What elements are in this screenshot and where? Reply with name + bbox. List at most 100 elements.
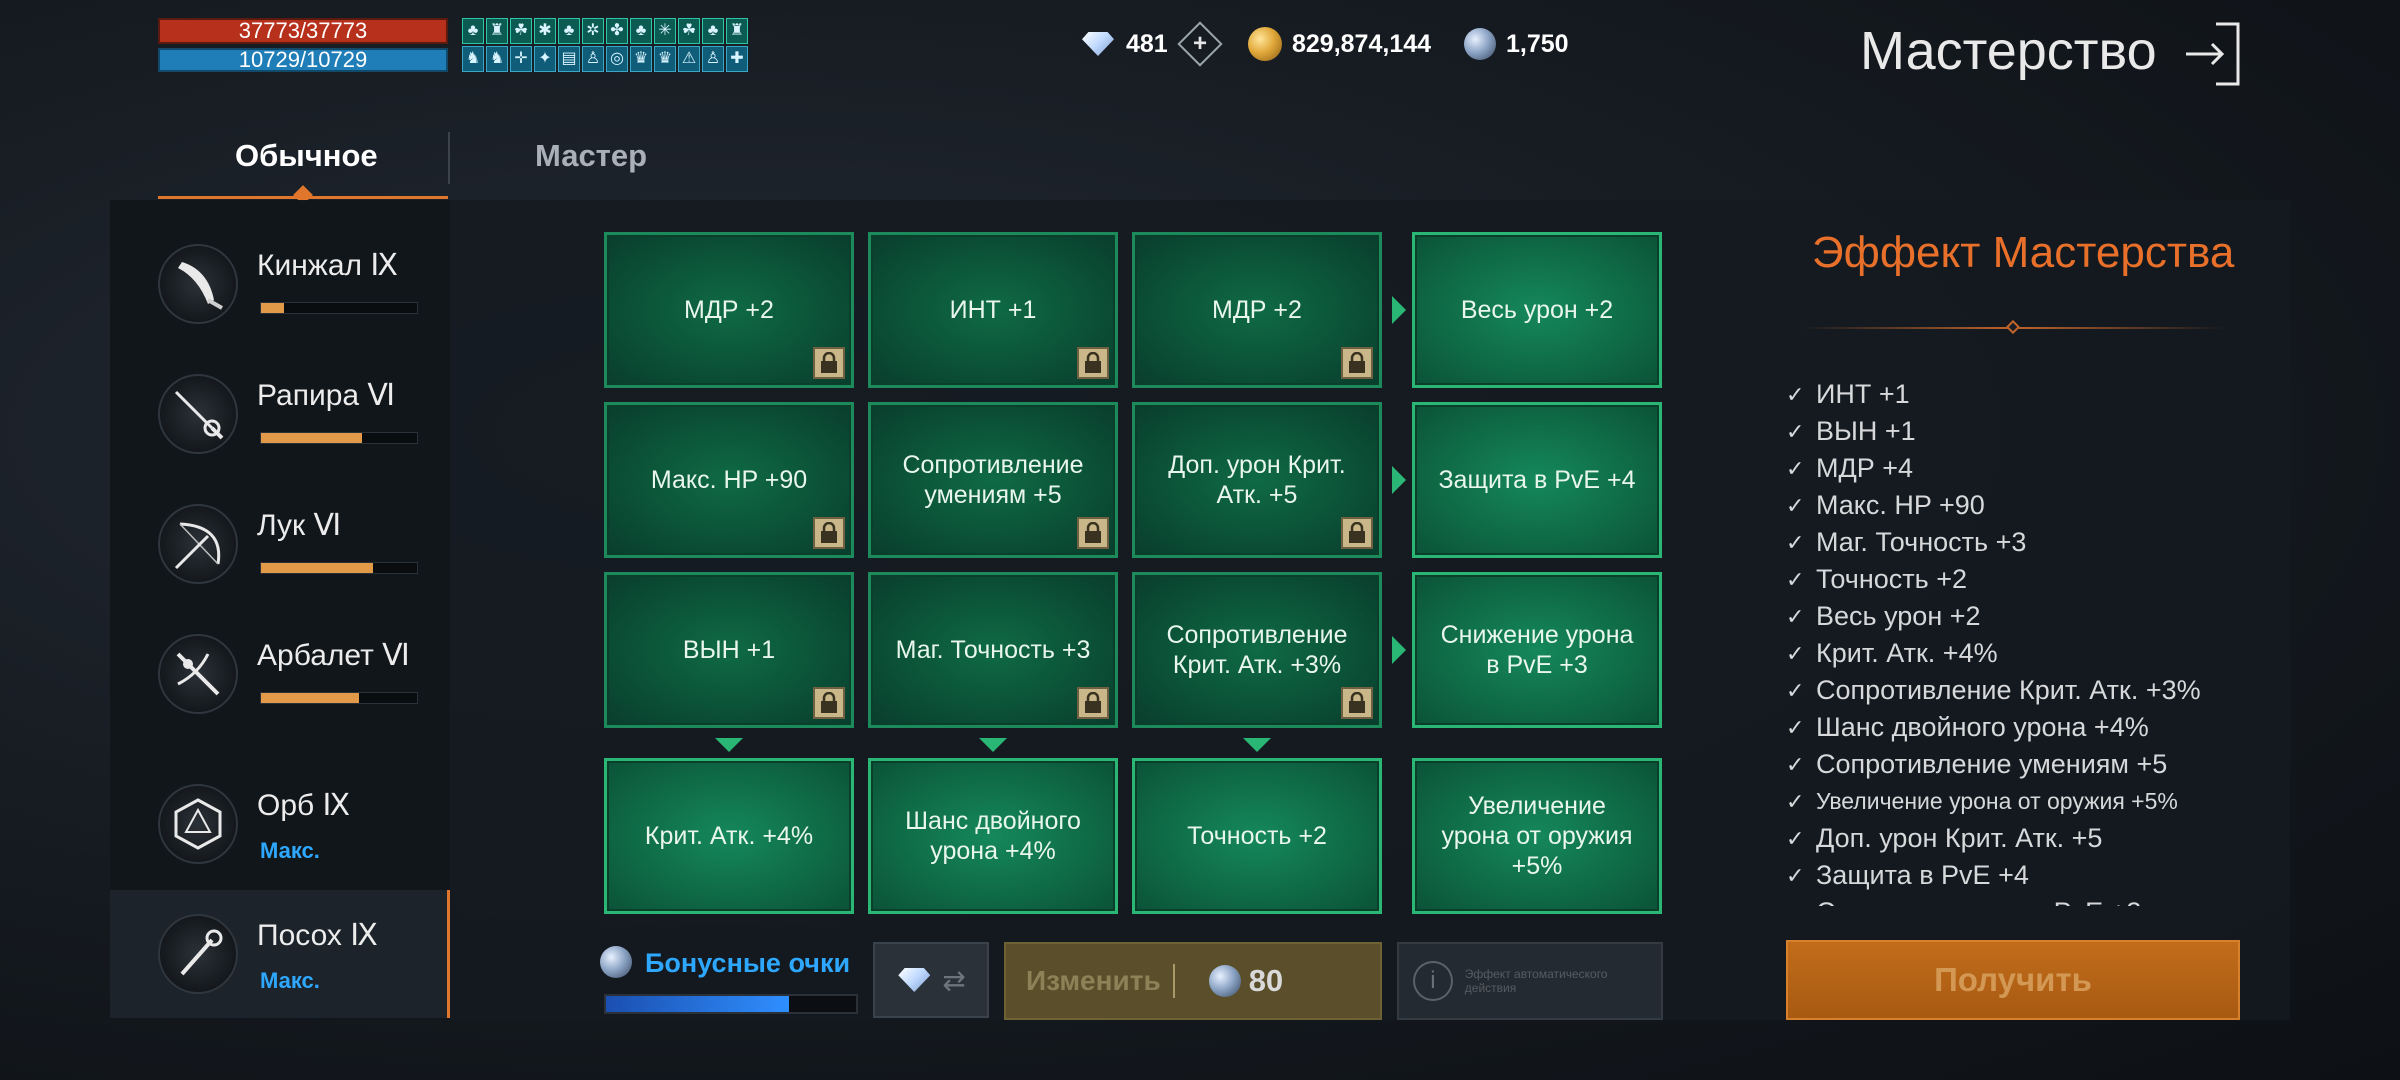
swap-arrows-icon: ⇄	[942, 964, 966, 996]
mastery-node-label: МДР +2	[1212, 296, 1302, 324]
add-diamonds-button[interactable]: +	[1177, 21, 1223, 67]
tab-master[interactable]: Мастер	[535, 138, 647, 174]
effects-list[interactable]: ✓ ИНТ +1 ✓ ВЫН +1 ✓ МДР +4 ✓ Макс. HP +90 ✓ М…	[1786, 376, 2256, 906]
mastery-node-reward[interactable]: Весь урон +2	[1412, 232, 1662, 388]
mastery-node[interactable]: ИНТ +1	[868, 232, 1118, 388]
check-icon: ✓	[1786, 862, 1805, 888]
change-divider	[1172, 964, 1175, 998]
effect-item: ✓ Весь урон +2	[1786, 598, 2256, 635]
weapon-max-status: Макс.	[260, 838, 320, 863]
buff-icon[interactable]: ☘	[678, 18, 700, 44]
buff-icons[interactable]: ♣ ♜ ☘ ✱ ♣ ✲ ✤ ♣ ✳ ☘ ♣ ♜ ♞ ♞ ✛ ✦ ▤ ♙ ◎ ♛ …	[462, 18, 748, 74]
buff-icon[interactable]: ♞	[462, 46, 484, 72]
check-icon: ✓	[1786, 603, 1805, 629]
exit-icon[interactable]	[2182, 20, 2242, 88]
buff-icon[interactable]: ♙	[702, 46, 724, 72]
weapon-item-dagger[interactable]: Кинжал Ⅸ	[110, 220, 450, 348]
effect-text: Увеличение урона от оружия +5%	[1816, 788, 2178, 814]
buff-icon[interactable]: ⚠	[678, 46, 700, 72]
weapon-item-orb[interactable]: Орб Ⅸ Макс.	[110, 760, 450, 888]
buff-icon[interactable]: ♜	[726, 18, 748, 44]
effect-item: ✓ Сопротивление Крит. Атк. +3%	[1786, 672, 2256, 709]
mastery-node[interactable]: Макс. HP +90	[604, 402, 854, 558]
mastery-node[interactable]: Сопротивление умениям +5	[868, 402, 1118, 558]
effect-item: ✓ Сопротивление умениям +5	[1786, 746, 2256, 783]
effect-text: Маг. Точность +3	[1816, 527, 2027, 557]
mastery-node-reward[interactable]: Точность +2	[1132, 758, 1382, 914]
mastery-node-label: Сопротивление Крит. Атк. +3%	[1166, 621, 1348, 679]
buff-icon[interactable]: ☘	[510, 18, 532, 44]
tab-normal[interactable]: Обычное	[235, 138, 378, 174]
mastery-node-label: Снижение урона в PvE +3	[1440, 621, 1634, 679]
weapon-name: Арбалет Ⅵ	[257, 639, 410, 672]
check-icon: ✓	[1786, 529, 1805, 555]
change-button[interactable]: Изменить 80	[1004, 942, 1382, 1020]
weapon-item-crossbow[interactable]: Арбалет Ⅵ	[110, 610, 450, 738]
buff-icon[interactable]: ♜	[486, 18, 508, 44]
weapon-item-staff[interactable]: Посох Ⅸ Макс.	[110, 890, 450, 1018]
mastery-progress-bar	[260, 432, 418, 444]
mastery-node[interactable]: МДР +2	[604, 232, 854, 388]
effect-text: Точность +2	[1816, 564, 1968, 594]
effect-text: Доп. урон Крит. Атк. +5	[1816, 823, 2103, 853]
get-button[interactable]: Получить	[1786, 940, 2240, 1020]
buff-icon[interactable]: ✦	[534, 46, 556, 72]
plus-icon: +	[1192, 29, 1207, 57]
effect-item: ✓ Увеличение урона от оружия +5%	[1786, 783, 2256, 820]
mastery-node-reward[interactable]: Шанс двойного урона +4%	[868, 758, 1118, 914]
orb-amount: 1,750	[1506, 29, 1569, 58]
effect-item: ✓ Точность +2	[1786, 561, 2256, 598]
buff-icon[interactable]: ♛	[630, 46, 652, 72]
diamond-currency: 481 +	[1080, 21, 1223, 67]
gold-amount: 829,874,144	[1292, 29, 1432, 58]
mastery-node[interactable]: МДР +2	[1132, 232, 1382, 388]
weapon-name: Лук Ⅵ	[257, 509, 342, 542]
orb-weapon-icon	[158, 784, 238, 864]
buff-icon[interactable]: ♣	[702, 18, 724, 44]
buff-icon[interactable]: ✤	[606, 18, 628, 44]
buff-icon[interactable]: ♞	[486, 46, 508, 72]
effect-text: ВЫН +1	[1816, 416, 1916, 446]
mastery-node-label: Весь урон +2	[1460, 296, 1614, 324]
buff-icon[interactable]: ✲	[582, 18, 604, 44]
effect-item: ✓ Доп. урон Крит. Атк. +5	[1786, 820, 2256, 857]
tab-divider	[448, 132, 450, 184]
buff-icon[interactable]: ♙	[582, 46, 604, 72]
weapon-item-bow[interactable]: Лук Ⅵ	[110, 480, 450, 608]
mastery-node[interactable]: Маг. Точность +3	[868, 572, 1118, 728]
mastery-node-label: Крит. Атк. +4%	[644, 822, 814, 850]
effect-item: ✓ ИНТ +1	[1786, 376, 2256, 413]
buff-icon[interactable]: ♣	[558, 18, 580, 44]
weapon-item-rapier[interactable]: Рапира Ⅵ	[110, 350, 450, 478]
buff-icon[interactable]: ♣	[462, 18, 484, 44]
mastery-node-reward[interactable]: Увеличение урона от оружия +5%	[1412, 758, 1662, 914]
effect-text: Весь урон +2	[1816, 601, 1981, 631]
lock-icon	[1077, 517, 1109, 549]
mastery-node-reward[interactable]: Защита в PvE +4	[1412, 402, 1662, 558]
effect-item: ✓ Крит. Атк. +4%	[1786, 635, 2256, 672]
effect-item: ✓ Шанс двойного урона +4%	[1786, 709, 2256, 746]
buff-icon[interactable]: ✛	[510, 46, 532, 72]
mastery-node[interactable]: ВЫН +1	[604, 572, 854, 728]
weapon-max-status: Макс.	[260, 968, 320, 993]
auto-effect-button[interactable]: i Эффект автоматического действия	[1397, 942, 1663, 1020]
buff-icon[interactable]: ▤	[558, 46, 580, 72]
buff-icon[interactable]: ✱	[534, 18, 556, 44]
mastery-node-reward[interactable]: Крит. Атк. +4%	[604, 758, 854, 914]
hp-bar: 37773/37773	[158, 18, 448, 44]
check-icon: ✓	[1786, 900, 1816, 907]
mastery-node-label: МДР +2	[684, 296, 774, 324]
buff-icon[interactable]: ✚	[726, 46, 748, 72]
lock-icon	[813, 687, 845, 719]
buff-icon[interactable]: ♣	[630, 18, 652, 44]
weapon-name: Рапира Ⅵ	[257, 379, 396, 412]
mastery-node[interactable]: Доп. урон Крит. Атк. +5	[1132, 402, 1382, 558]
buff-icon[interactable]: ◎	[606, 46, 628, 72]
buff-icon[interactable]: ✳	[654, 18, 676, 44]
buff-icon[interactable]: ♛	[654, 46, 676, 72]
mastery-node-reward[interactable]: Снижение урона в PvE +3	[1412, 572, 1662, 728]
mastery-node[interactable]: Сопротивление Крит. Атк. +3%	[1132, 572, 1382, 728]
effect-item: ✓ МДР +4	[1786, 450, 2256, 487]
lock-icon	[1341, 347, 1373, 379]
swap-currency-button[interactable]: ⇄	[873, 942, 989, 1018]
